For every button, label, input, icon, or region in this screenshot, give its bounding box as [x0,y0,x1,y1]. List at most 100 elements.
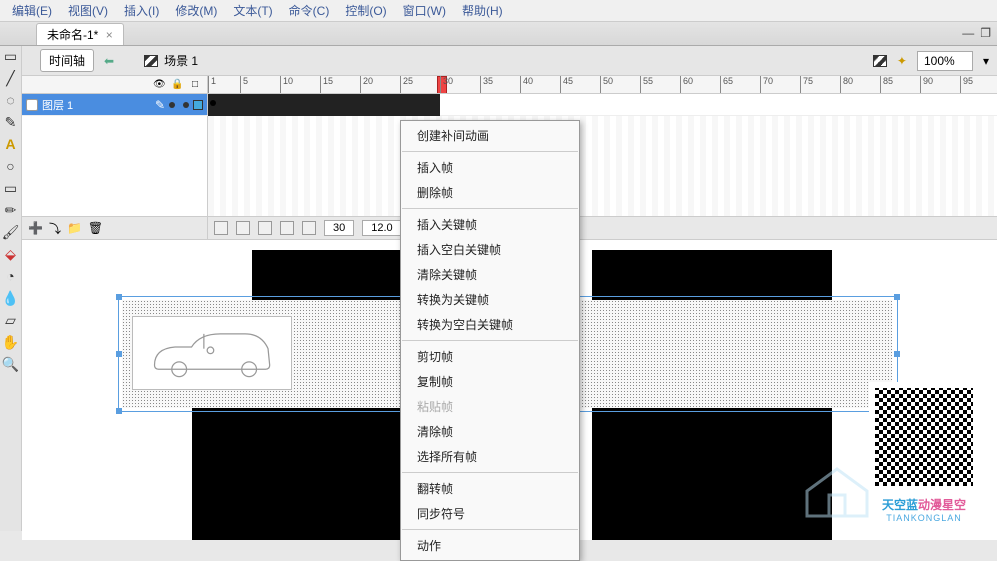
ruler-tick[interactable]: 50 [600,76,613,93]
ruler-tick[interactable]: 95 [960,76,973,93]
context-menu-item[interactable]: 插入帧 [401,155,579,180]
menu-modify[interactable]: 修改(M) [167,0,225,21]
ruler-tick[interactable]: 15 [320,76,333,93]
ink-tool-icon[interactable]: ◔ [3,268,19,284]
onion-skin-icon[interactable] [236,221,250,235]
subselect-tool-icon[interactable]: ▭ [3,48,19,64]
layer-visible-dot[interactable] [169,102,175,108]
document-tab[interactable]: 未命名-1* × [36,23,124,45]
context-menu-item[interactable]: 插入关键帧 [401,212,579,237]
menu-text[interactable]: 文本(T) [225,0,280,21]
eyedropper-tool-icon[interactable]: 💧 [3,290,19,306]
context-menu-item[interactable]: 翻转帧 [401,476,579,501]
close-tab-icon[interactable]: × [106,28,113,42]
ruler-tick[interactable]: 10 [280,76,293,93]
ruler-tick[interactable]: 5 [240,76,248,93]
timeline-header: 👁 🔒 □ 1510152025303540455055606570758085… [22,76,997,94]
lock-column-icon[interactable]: 🔒 [171,79,183,91]
ruler-tick[interactable]: 25 [400,76,413,93]
visibility-column-icon[interactable]: 👁 [153,79,165,91]
context-menu-item[interactable]: 选择所有帧 [401,444,579,469]
document-tab-title: 未命名-1* [47,28,98,42]
menu-command[interactable]: 命令(C) [281,0,338,21]
window-restore-icon[interactable]: ❐ [980,26,991,40]
scene-icon [144,55,158,67]
document-tab-bar: 未命名-1* × — ❐ [0,22,997,46]
timeline-toggle-button[interactable]: 时间轴 [40,49,94,72]
add-folder-icon[interactable]: 📁 [67,221,82,235]
ruler-tick[interactable]: 20 [360,76,373,93]
add-layer-icon[interactable]: ➕ [28,221,43,235]
layer-frames[interactable] [208,94,997,115]
ruler-tick[interactable]: 85 [880,76,893,93]
context-menu-item[interactable]: 转换为关键帧 [401,287,579,312]
stage-black-left [252,250,407,300]
ruler-tick[interactable]: 75 [800,76,813,93]
layer-edit-icon[interactable]: ✎ [155,98,165,112]
ruler-tick[interactable]: 90 [920,76,933,93]
ruler-tick[interactable]: 60 [680,76,693,93]
delete-layer-icon[interactable]: 🗑 [88,221,103,235]
context-menu-separator [402,472,578,473]
ruler-tick[interactable]: 70 [760,76,773,93]
scene-name[interactable]: 场景 1 [164,52,198,69]
edit-multi-icon[interactable] [280,221,294,235]
ruler-tick[interactable]: 35 [480,76,493,93]
hand-tool-icon[interactable]: ✋ [3,334,19,350]
context-menu-item[interactable]: 创建补间动画 [401,123,579,148]
context-menu-item[interactable]: 动作 [401,533,579,558]
context-menu-item[interactable]: 清除帧 [401,419,579,444]
symbol-edit-icon[interactable]: ✦ [897,54,907,68]
context-menu-item[interactable]: 清除关键帧 [401,262,579,287]
zoom-dropdown-icon[interactable]: ▾ [983,54,989,68]
line-tool-icon[interactable]: ╱ [3,70,19,86]
ruler-tick[interactable]: 40 [520,76,533,93]
context-menu-item[interactable]: 复制帧 [401,369,579,394]
oval-tool-icon[interactable]: ○ [3,158,19,174]
context-menu-separator [402,340,578,341]
layer-outline-swatch[interactable] [193,100,203,110]
add-guide-layer-icon[interactable]: ⤵ [49,220,61,237]
brush-tool-icon[interactable]: 🖌 [3,224,19,240]
edit-scene-icon[interactable] [873,55,887,67]
context-menu-item[interactable]: 插入空白关键帧 [401,237,579,262]
lasso-tool-icon[interactable]: ◌ [3,92,19,108]
layer-row[interactable]: 图层 1 ✎ [22,94,997,116]
window-minimize-icon[interactable]: — [962,26,974,40]
back-arrow-icon[interactable]: ⬅ [104,54,114,68]
context-menu-item[interactable]: 删除帧 [401,180,579,205]
rect-tool-icon[interactable]: ▭ [3,180,19,196]
stage-black-bottom-right [592,408,832,540]
context-menu-item[interactable]: 同步符号 [401,501,579,526]
ruler-tick[interactable]: 30 [440,76,453,93]
layer-label-cell[interactable]: 图层 1 ✎ [22,94,208,115]
pencil-tool-icon[interactable]: ✏ [3,202,19,218]
menu-control[interactable]: 控制(O) [337,0,394,21]
onion-outline-icon[interactable] [258,221,272,235]
layer-lock-dot[interactable] [183,102,189,108]
zoom-input[interactable] [917,51,973,71]
outline-column-icon[interactable]: □ [189,79,201,91]
onion-markers-icon[interactable] [302,221,316,235]
menu-view[interactable]: 视图(V) [60,0,116,21]
text-tool-icon[interactable]: A [3,136,19,152]
menu-insert[interactable]: 插入(I) [116,0,167,21]
keyframe-icon[interactable] [210,100,216,106]
eraser-tool-icon[interactable]: ▱ [3,312,19,328]
frame-ruler[interactable]: 15101520253035404550556065707580859095 [208,76,997,93]
layer-name[interactable]: 图层 1 [42,97,151,113]
menu-edit[interactable]: 编辑(E) [4,0,60,21]
context-menu-item[interactable]: 转换为空白关键帧 [401,312,579,337]
ruler-tick[interactable]: 80 [840,76,853,93]
ruler-tick[interactable]: 65 [720,76,733,93]
menu-window[interactable]: 窗口(W) [395,0,454,21]
ruler-tick[interactable]: 45 [560,76,573,93]
center-frame-icon[interactable] [214,221,228,235]
ruler-tick[interactable]: 1 [208,76,216,93]
menu-help[interactable]: 帮助(H) [454,0,511,21]
zoom-tool-icon[interactable]: 🔍 [3,356,19,372]
ruler-tick[interactable]: 55 [640,76,653,93]
pen-tool-icon[interactable]: ✎ [3,114,19,130]
context-menu-item[interactable]: 剪切帧 [401,344,579,369]
bucket-tool-icon[interactable]: ⬙ [3,246,19,262]
